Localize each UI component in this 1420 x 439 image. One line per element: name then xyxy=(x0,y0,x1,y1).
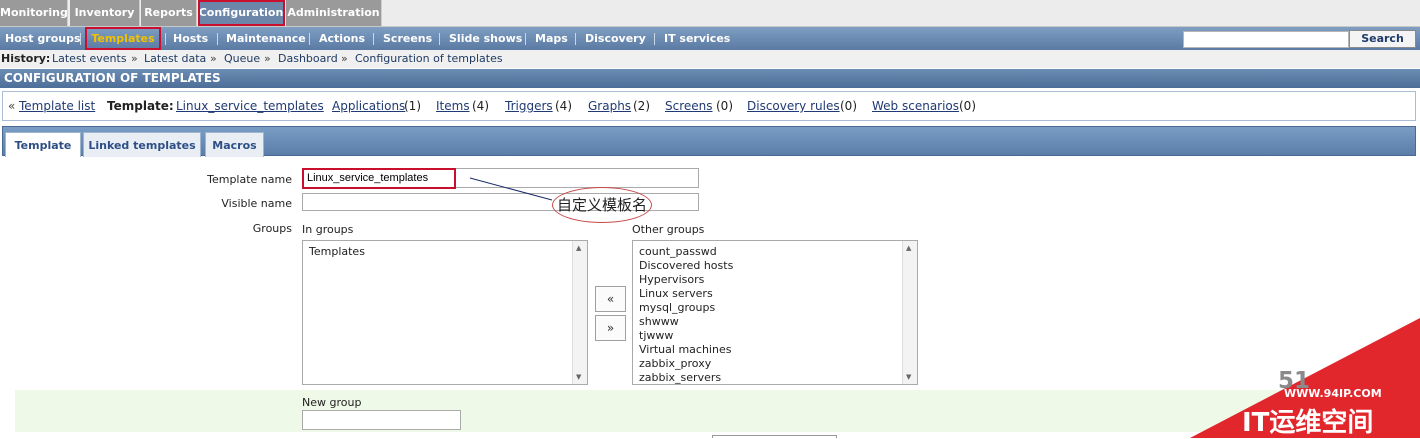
tab-template[interactable]: Template xyxy=(5,132,81,157)
list-item[interactable]: Linux servers xyxy=(639,287,713,300)
list-item[interactable]: Templates xyxy=(309,245,365,258)
annotation-bubble: 自定义模板名 xyxy=(552,187,652,223)
form-tab-bar: Template Linked templates Macros xyxy=(2,126,1416,157)
new-group-input[interactable] xyxy=(302,410,461,430)
main-menu-bar: Monitoring Inventory Reports Configurati… xyxy=(0,0,1420,27)
history-link[interactable]: Latest data xyxy=(144,50,206,68)
scrollbar[interactable]: ▲ ▼ xyxy=(902,241,917,384)
history-label: History: xyxy=(1,52,51,65)
list-item[interactable]: Discovered hosts xyxy=(639,259,733,272)
visible-name-label: Visible name xyxy=(221,197,292,210)
discovery-rules-link[interactable]: Discovery rules xyxy=(747,99,840,113)
triggers-link[interactable]: Triggers xyxy=(505,99,553,113)
site-watermark: 51 WWW.94IP.COM IT运维空间 xyxy=(1190,318,1420,438)
list-item[interactable]: tjwww xyxy=(639,329,673,342)
back-arrow-icon: « xyxy=(8,99,16,113)
scroll-down-icon[interactable]: ▼ xyxy=(576,373,581,381)
submenu-host-groups[interactable]: Host groups xyxy=(5,27,81,50)
submenu-separator xyxy=(165,33,166,45)
scroll-down-icon[interactable]: ▼ xyxy=(906,373,911,381)
screens-count: (0) xyxy=(716,99,733,113)
screens-link[interactable]: Screens xyxy=(665,99,713,113)
submenu-separator xyxy=(654,33,655,45)
graphs-count: (2) xyxy=(633,99,650,113)
page-title: CONFIGURATION OF TEMPLATES xyxy=(0,69,1420,88)
template-name-label: Template name xyxy=(207,173,292,186)
tab-macros[interactable]: Macros xyxy=(205,132,264,157)
list-item[interactable]: zabbix_servers xyxy=(639,371,721,384)
other-groups-label: Other groups xyxy=(632,223,705,236)
submenu-separator xyxy=(525,33,526,45)
web-scenarios-count: (0) xyxy=(959,99,976,113)
history-bar: History: Latest events » Latest data » Q… xyxy=(0,50,1420,68)
submenu-templates[interactable]: Templates xyxy=(85,27,161,50)
history-separator: » xyxy=(131,52,138,65)
history-link[interactable]: Configuration of templates xyxy=(355,50,503,68)
submenu-hosts[interactable]: Hosts xyxy=(173,27,208,50)
web-scenarios-link[interactable]: Web scenarios xyxy=(872,99,959,113)
submenu-slide-shows[interactable]: Slide shows xyxy=(449,27,522,50)
list-item[interactable]: Hypervisors xyxy=(639,273,704,286)
list-item[interactable]: shwww xyxy=(639,315,679,328)
menu-configuration[interactable]: Configuration xyxy=(198,0,285,26)
watermark-site: WWW.94IP.COM xyxy=(1284,387,1382,400)
applications-link[interactable]: Applications xyxy=(332,99,405,113)
items-link[interactable]: Items xyxy=(436,99,470,113)
scroll-up-icon[interactable]: ▲ xyxy=(906,244,911,252)
template-name-link[interactable]: Linux_service_templates xyxy=(176,99,324,113)
menu-administration[interactable]: Administration xyxy=(286,0,382,26)
search-input[interactable] xyxy=(1183,31,1349,48)
submenu-separator xyxy=(309,33,310,45)
new-group-label: New group xyxy=(302,396,362,409)
submenu-it-services[interactable]: IT services xyxy=(664,27,730,50)
discovery-rules-count: (0) xyxy=(840,99,857,113)
watermark-brand: IT运维空间 xyxy=(1242,408,1374,438)
submenu-separator xyxy=(575,33,576,45)
list-item[interactable]: Virtual machines xyxy=(639,343,731,356)
other-groups-listbox[interactable]: count_passwd Discovered hosts Hypervisor… xyxy=(632,240,918,385)
list-item[interactable]: mysql_groups xyxy=(639,301,715,314)
submenu-separator xyxy=(439,33,440,45)
template-name-highlight xyxy=(302,168,456,189)
history-separator: » xyxy=(210,52,217,65)
scroll-up-icon[interactable]: ▲ xyxy=(576,244,581,252)
move-right-button[interactable]: » xyxy=(595,315,626,341)
search-button[interactable]: Search xyxy=(1349,30,1416,48)
template-label: Template: xyxy=(107,99,174,113)
history-link[interactable]: Latest events xyxy=(52,50,127,68)
in-groups-listbox[interactable]: Templates ▲ ▼ xyxy=(302,240,588,385)
history-separator: » xyxy=(341,52,348,65)
history-link[interactable]: Dashboard xyxy=(278,50,338,68)
template-navigation: « Template list Template: Linux_service_… xyxy=(2,91,1416,121)
submenu-separator xyxy=(217,33,218,45)
list-item[interactable]: zabbix_proxy xyxy=(639,357,711,370)
submenu-maps[interactable]: Maps xyxy=(535,27,568,50)
menu-reports[interactable]: Reports xyxy=(141,0,197,26)
menu-monitoring[interactable]: Monitoring xyxy=(0,0,68,26)
submenu-maintenance[interactable]: Maintenance xyxy=(226,27,306,50)
items-count: (4) xyxy=(472,99,489,113)
submenu-discovery[interactable]: Discovery xyxy=(585,27,646,50)
submenu-separator xyxy=(80,33,81,45)
submenu-screens[interactable]: Screens xyxy=(383,27,432,50)
annotation-pointer-line xyxy=(469,177,553,201)
tab-linked-templates[interactable]: Linked templates xyxy=(83,132,201,157)
history-link[interactable]: Queue xyxy=(224,50,260,68)
graphs-link[interactable]: Graphs xyxy=(588,99,631,113)
submenu-actions[interactable]: Actions xyxy=(319,27,365,50)
history-separator: » xyxy=(264,52,271,65)
scrollbar[interactable]: ▲ ▼ xyxy=(572,241,587,384)
triggers-count: (4) xyxy=(555,99,572,113)
template-list-link[interactable]: Template list xyxy=(19,99,95,113)
move-left-button[interactable]: « xyxy=(595,286,626,312)
in-groups-label: In groups xyxy=(302,223,354,236)
submenu-separator xyxy=(373,33,374,45)
applications-count: (1) xyxy=(404,99,421,113)
groups-label: Groups xyxy=(252,222,292,235)
menu-inventory[interactable]: Inventory xyxy=(70,0,140,26)
list-item[interactable]: count_passwd xyxy=(639,245,717,258)
